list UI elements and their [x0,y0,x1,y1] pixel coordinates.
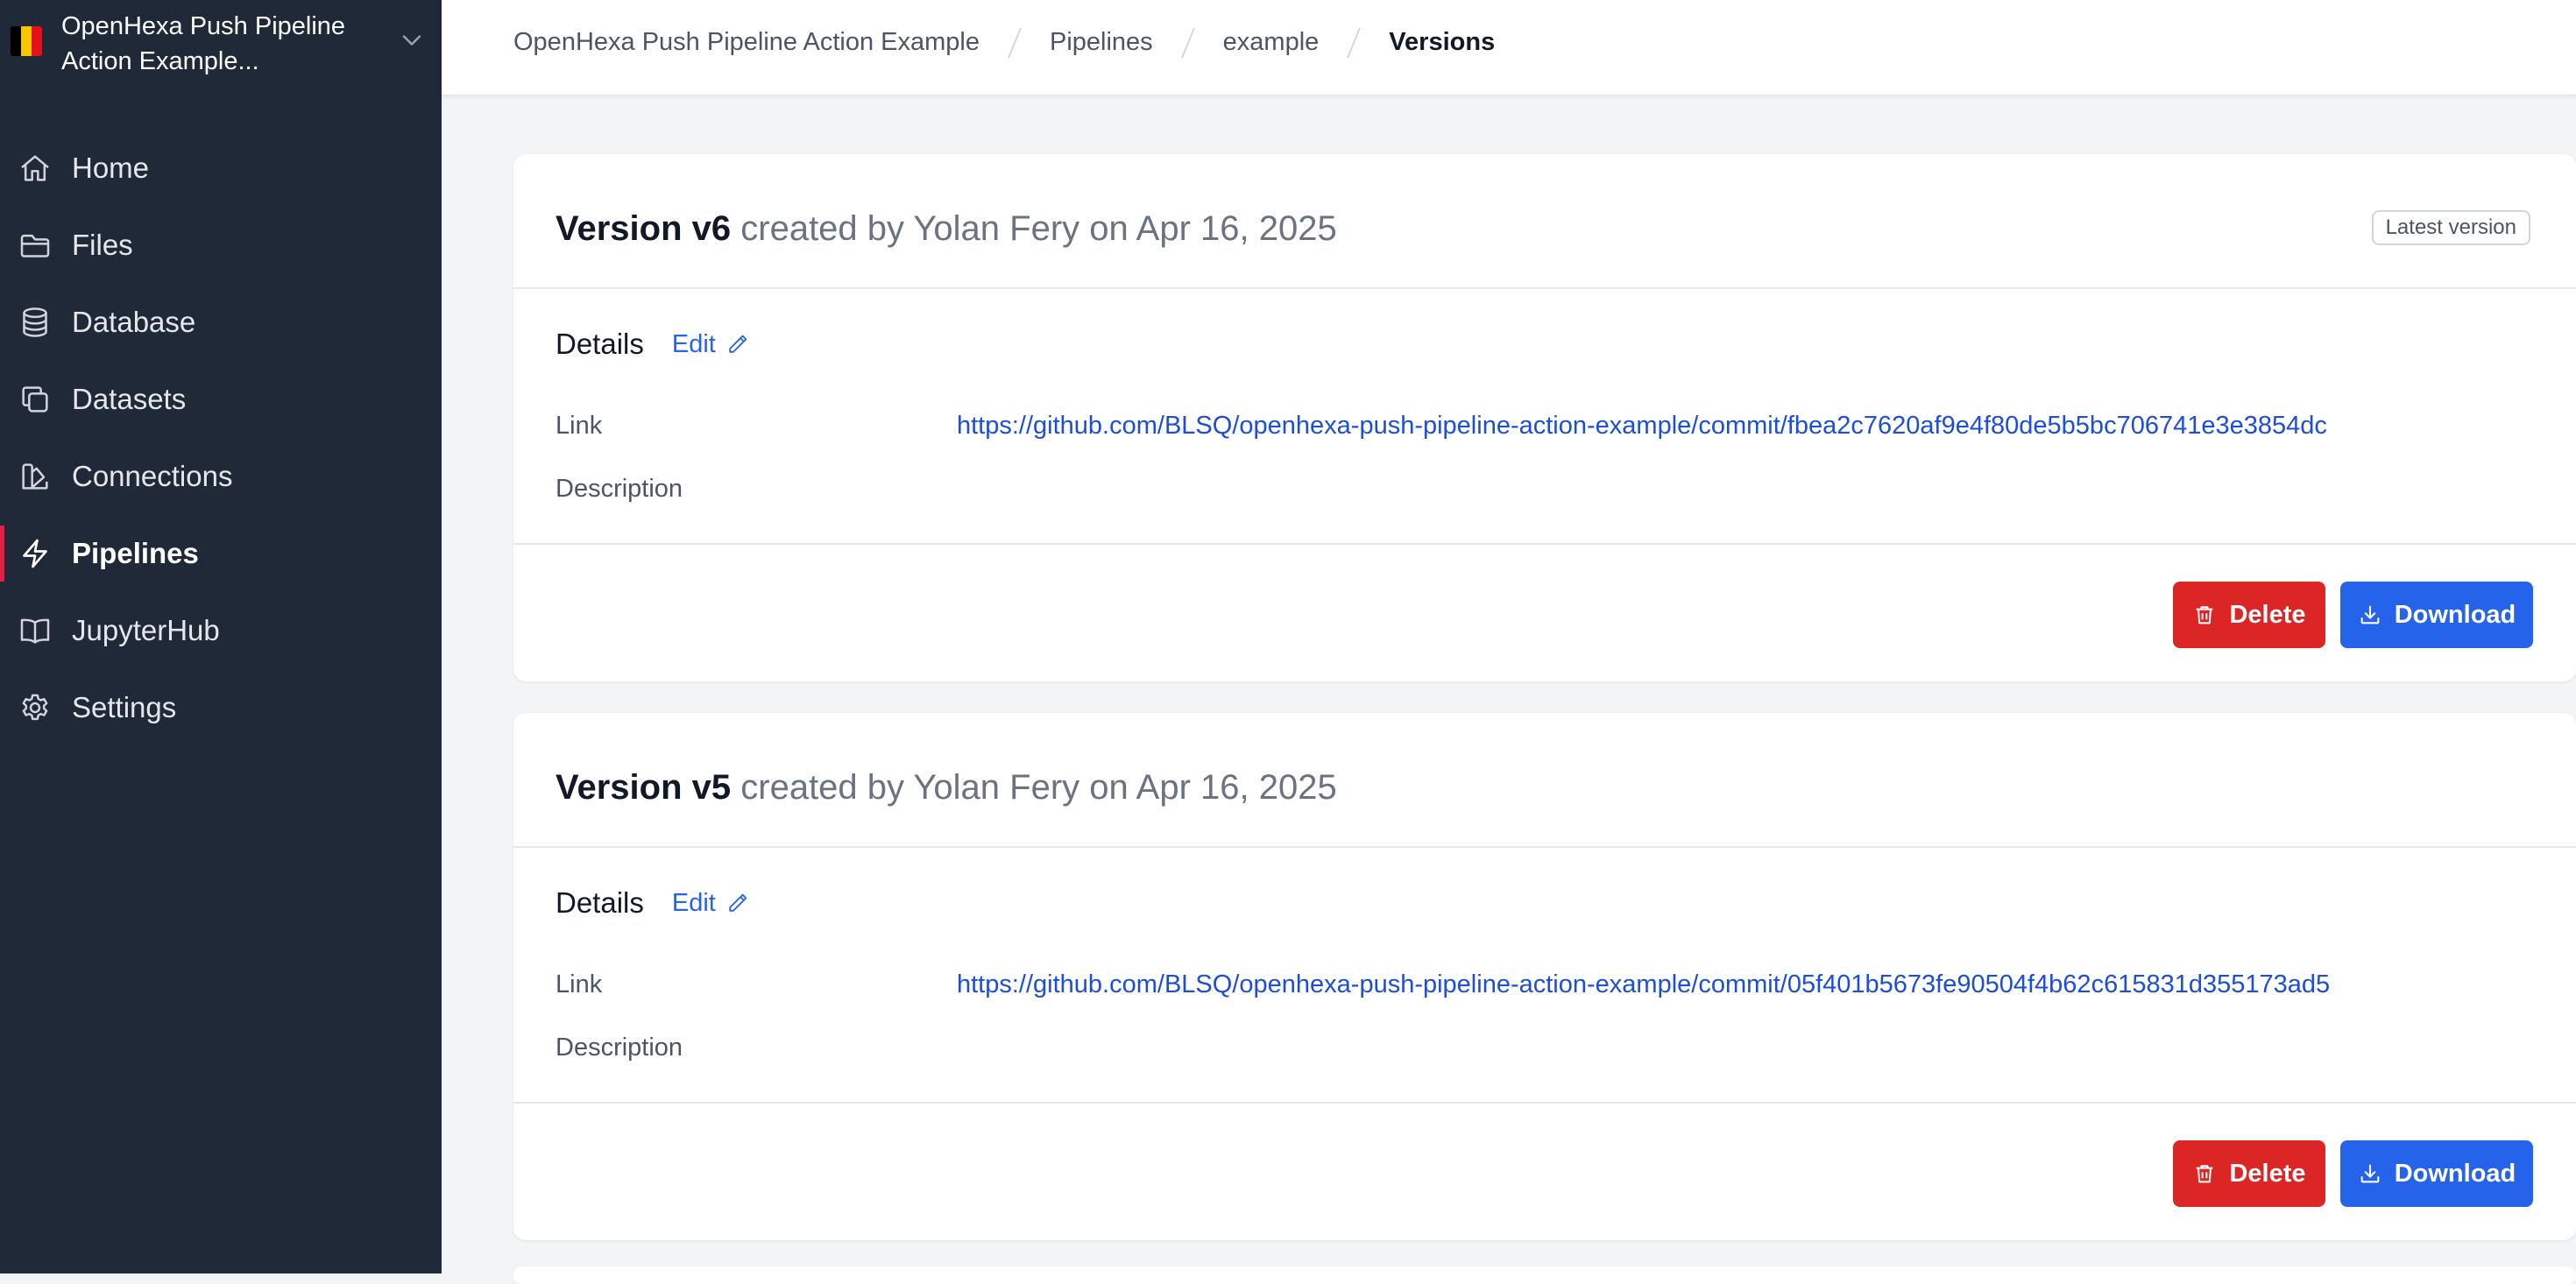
version-name: Version v6 [556,209,732,248]
breadcrumb-versions: Versions [1389,28,1496,56]
download-label: Download [2394,1159,2516,1188]
sidebar-item-label: Files [72,229,133,261]
version-card-header: Version v5 created by Yolan Fery on Apr … [513,713,2576,848]
delete-label: Delete [2229,600,2306,629]
edit-label: Edit [671,888,716,917]
download-button[interactable]: Download [2340,582,2533,648]
delete-button[interactable]: Delete [2173,1140,2325,1207]
workspace-name: OpenHexa Push Pipeline Action Example... [61,12,346,75]
sidebar-item-connections[interactable]: Connections [0,438,442,515]
sidebar-item-label: Home [72,152,150,184]
version-card: Version v6 created by Yolan Fery on Apr … [513,154,2576,681]
sidebar-item-jupyterhub[interactable]: JupyterHub [0,592,442,669]
sidebar-item-label: Datasets [72,383,187,415]
next-version-card [513,1266,2576,1284]
download-icon [2360,605,2380,624]
sidebar-item-pipelines[interactable]: Pipelines [0,515,442,592]
version-title: Version v5 created by Yolan Fery on Apr … [556,765,1337,809]
edit-label: Edit [671,329,716,358]
trash-icon [2197,1165,2213,1183]
description-label: Description [556,1034,683,1062]
belgium-flag-icon [11,26,42,56]
delete-label: Delete [2229,1159,2306,1188]
latest-version-badge: Latest version [2371,210,2530,245]
sidebar-item-database[interactable]: Database [0,284,442,361]
sidebar-item-settings[interactable]: Settings [0,669,442,746]
details-title: Details [556,886,644,919]
breadcrumb-pipeline[interactable]: example [1223,25,1320,60]
commit-link[interactable]: https://github.com/BLSQ/openhexa-push-pi… [957,408,2327,443]
version-card-header: Version v6 created by Yolan Fery on Apr … [513,154,2576,289]
breadcrumb-separator [980,25,1050,60]
datasets-icon [22,386,48,413]
commit-link[interactable]: https://github.com/BLSQ/openhexa-push-pi… [957,967,2330,1002]
breadcrumb: OpenHexa Push Pipeline Action Example Pi… [513,25,1495,60]
description-label: Description [556,475,683,503]
breadcrumb-separator [1319,25,1389,60]
database-icon [23,307,47,337]
workspace-switcher[interactable]: OpenHexa Push Pipeline Action Example... [0,0,442,84]
link-label: Link [556,412,603,440]
trash-icon [2197,606,2213,624]
divider [513,1102,2576,1104]
download-label: Download [2394,600,2516,629]
book-icon [20,618,50,644]
version-title: Version v6 created by Yolan Fery on Apr … [556,207,1337,250]
pencil-icon [729,893,747,912]
pencil-icon [729,335,747,353]
sidebar-item-label: Connections [72,460,233,492]
breadcrumb-separator [1153,25,1223,60]
download-icon [2360,1164,2380,1183]
sidebar-item-label: Settings [72,691,177,723]
breadcrumb-workspace[interactable]: OpenHexa Push Pipeline Action Example [513,25,980,60]
sidebar-item-home[interactable]: Home [0,130,442,207]
top-bar: OpenHexa Push Pipeline Action Example Pi… [442,0,2576,96]
home-icon [21,155,49,181]
delete-button[interactable]: Delete [2173,582,2325,648]
bolt-icon [23,539,47,568]
divider [513,543,2576,545]
edit-button[interactable]: Edit [672,330,751,359]
gear-icon [22,694,48,721]
version-name: Version v5 [556,768,732,807]
details-header: Details Edit [556,885,751,921]
sidebar: OpenHexa Push Pipeline Action Example...… [0,0,442,1273]
sidebar-nav: Home Files Database Datasets Connections… [0,130,442,746]
version-meta: created by Yolan Fery on Apr 16, 2025 [740,209,1337,248]
version-meta: created by Yolan Fery on Apr 16, 2025 [740,768,1337,807]
version-card: Version v5 created by Yolan Fery on Apr … [513,713,2576,1240]
details-header: Details Edit [556,326,751,363]
sidebar-item-datasets[interactable]: Datasets [0,361,442,438]
download-button[interactable]: Download [2340,1140,2533,1207]
sidebar-item-files[interactable]: Files [0,207,442,284]
folder-icon [20,234,50,258]
edit-button[interactable]: Edit [672,889,751,918]
sidebar-item-label: Pipelines [72,537,199,569]
connections-icon [22,463,48,490]
sidebar-item-label: Database [72,306,196,338]
link-label: Link [556,970,603,998]
sidebar-item-label: JupyterHub [72,614,220,646]
details-title: Details [556,328,644,360]
breadcrumb-pipelines[interactable]: Pipelines [1050,25,1153,60]
chevron-down-icon[interactable] [396,25,428,56]
